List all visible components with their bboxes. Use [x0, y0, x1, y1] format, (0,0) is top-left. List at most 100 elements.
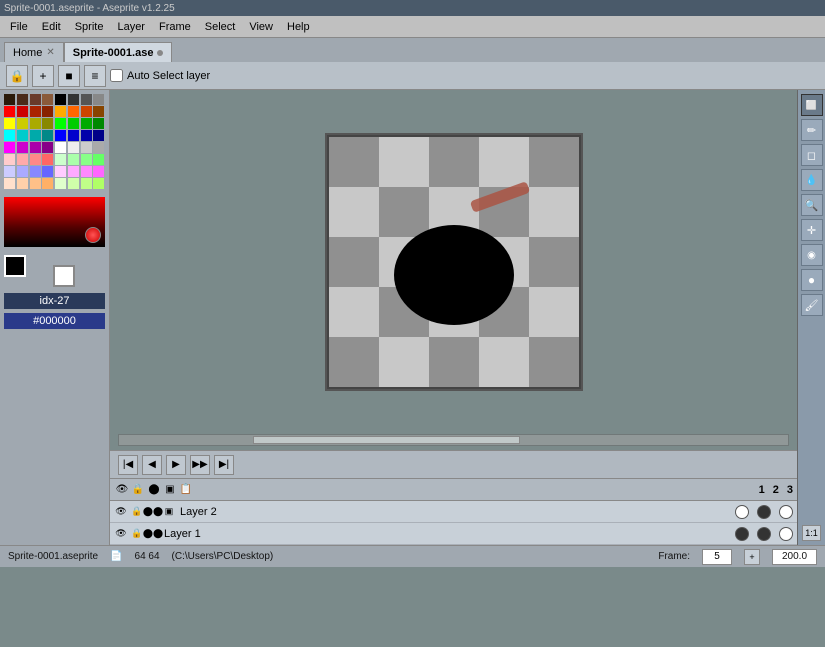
tab-home-close[interactable]: ✕ — [46, 47, 54, 58]
color-cell-60[interactable] — [55, 178, 66, 189]
color-cell-3[interactable] — [42, 94, 53, 105]
color-cell-22[interactable] — [81, 118, 92, 129]
toolbar-lock-btn[interactable]: 🔒 — [6, 65, 28, 87]
color-idx-label[interactable]: idx-27 — [4, 293, 105, 309]
layer-1-frame-2[interactable] — [757, 527, 771, 541]
layer-1-name[interactable]: Layer 1 — [160, 528, 735, 540]
eyedropper-tool[interactable]: 💧 — [801, 169, 823, 191]
color-cell-58[interactable] — [30, 178, 41, 189]
color-cell-44[interactable] — [55, 154, 66, 165]
color-cell-18[interactable] — [30, 118, 41, 129]
color-cell-13[interactable] — [68, 106, 79, 117]
color-cell-21[interactable] — [68, 118, 79, 129]
layer-1-cel[interactable]: ⬤⬤ — [146, 527, 160, 541]
play-btn[interactable]: ▶ — [166, 455, 186, 475]
layer-1-lock[interactable]: 🔒 — [130, 527, 144, 541]
tab-home[interactable]: Home ✕ — [4, 42, 64, 62]
color-cell-27[interactable] — [42, 130, 53, 141]
color-cell-20[interactable] — [55, 118, 66, 129]
color-cell-6[interactable] — [81, 94, 92, 105]
color-cell-52[interactable] — [55, 166, 66, 177]
color-cell-54[interactable] — [81, 166, 92, 177]
color-cell-57[interactable] — [17, 178, 28, 189]
layer-2-frame-2[interactable] — [757, 505, 771, 519]
color-cell-43[interactable] — [42, 154, 53, 165]
color-cell-15[interactable] — [93, 106, 104, 117]
color-cell-55[interactable] — [93, 166, 104, 177]
fg-color[interactable] — [4, 255, 26, 277]
menu-sprite[interactable]: Sprite — [69, 19, 110, 35]
layer-2-cel[interactable]: ⬤⬤ — [146, 505, 160, 519]
tab-sprite[interactable]: Sprite-0001.ase — [64, 42, 173, 62]
color-cell-26[interactable] — [30, 130, 41, 141]
canvas-scrollbar-h[interactable] — [118, 434, 789, 446]
color-cell-46[interactable] — [81, 154, 92, 165]
color-cell-30[interactable] — [81, 130, 92, 141]
color-cell-7[interactable] — [93, 94, 104, 105]
color-cell-8[interactable] — [4, 106, 15, 117]
color-cell-16[interactable] — [4, 118, 15, 129]
color-cell-14[interactable] — [81, 106, 92, 117]
color-cell-1[interactable] — [17, 94, 28, 105]
pencil-tool[interactable]: ✏ — [801, 119, 823, 141]
color-cell-11[interactable] — [42, 106, 53, 117]
color-cell-23[interactable] — [93, 118, 104, 129]
toolbar-add-btn[interactable]: + — [32, 65, 54, 87]
menu-view[interactable]: View — [243, 19, 279, 35]
color-cell-19[interactable] — [42, 118, 53, 129]
color-cell-42[interactable] — [30, 154, 41, 165]
select-rect-tool[interactable]: ⬜ — [801, 94, 823, 116]
color-cell-50[interactable] — [30, 166, 41, 177]
color-cell-59[interactable] — [42, 178, 53, 189]
color-cell-5[interactable] — [68, 94, 79, 105]
prev-frame-btn[interactable]: ◀ — [142, 455, 162, 475]
color-cell-10[interactable] — [30, 106, 41, 117]
status-frame-add-btn[interactable]: + — [744, 549, 760, 565]
first-frame-btn[interactable]: |◀ — [118, 455, 138, 475]
color-cell-29[interactable] — [68, 130, 79, 141]
color-cell-25[interactable] — [17, 130, 28, 141]
layer-2-frame-1[interactable] — [735, 505, 749, 519]
color-cell-36[interactable] — [55, 142, 66, 153]
menu-help[interactable]: Help — [281, 19, 316, 35]
color-cell-24[interactable] — [4, 130, 15, 141]
zoom-tool[interactable]: 🔍 — [801, 194, 823, 216]
layer-1-eye[interactable]: 👁 — [114, 527, 128, 541]
color-gradient-preview[interactable] — [4, 197, 105, 247]
menu-edit[interactable]: Edit — [36, 19, 67, 35]
eraser-tool[interactable]: ◻ — [801, 144, 823, 166]
color-cell-12[interactable] — [55, 106, 66, 117]
color-cell-34[interactable] — [30, 142, 41, 153]
color-cell-28[interactable] — [55, 130, 66, 141]
color-cell-9[interactable] — [17, 106, 28, 117]
status-frame-input[interactable] — [702, 549, 732, 565]
toolbar-square-btn[interactable]: ■ — [58, 65, 80, 87]
color-cell-56[interactable] — [4, 178, 15, 189]
menu-file[interactable]: File — [4, 19, 34, 35]
color-cell-37[interactable] — [68, 142, 79, 153]
color-cell-32[interactable] — [4, 142, 15, 153]
color-cell-48[interactable] — [4, 166, 15, 177]
color-cell-17[interactable] — [17, 118, 28, 129]
color-cell-51[interactable] — [42, 166, 53, 177]
color-cell-35[interactable] — [42, 142, 53, 153]
color-cell-47[interactable] — [93, 154, 104, 165]
color-cell-40[interactable] — [4, 154, 15, 165]
move-tool[interactable]: ✛ — [801, 219, 823, 241]
canvas-container[interactable] — [118, 98, 789, 426]
color-cell-38[interactable] — [81, 142, 92, 153]
layer-2-frame[interactable]: ▣ — [162, 505, 176, 519]
last-frame-btn[interactable]: ▶| — [214, 455, 234, 475]
color-cell-45[interactable] — [68, 154, 79, 165]
layer-1-frame-1[interactable] — [735, 527, 749, 541]
color-cell-62[interactable] — [81, 178, 92, 189]
next-frame-btn[interactable]: ▶▶ — [190, 455, 210, 475]
auto-select-checkbox[interactable] — [110, 69, 123, 82]
layer-1-frame-3[interactable] — [779, 527, 793, 541]
color-cell-53[interactable] — [68, 166, 79, 177]
layer-2-name[interactable]: Layer 2 — [176, 506, 735, 518]
color-hex-value[interactable]: #000000 — [4, 313, 105, 329]
color-cell-61[interactable] — [68, 178, 79, 189]
toolbar-list-btn[interactable]: ≡ — [84, 65, 106, 87]
bg-color[interactable] — [53, 265, 75, 287]
